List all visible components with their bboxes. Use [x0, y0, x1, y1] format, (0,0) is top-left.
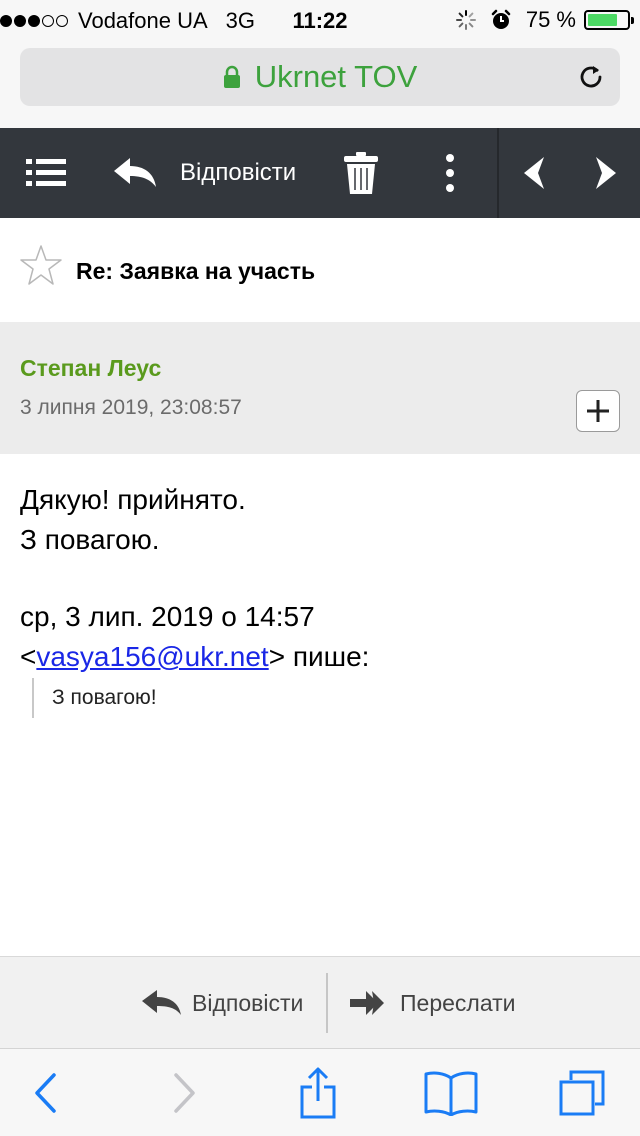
sender-panel: Степан Леус 3 липня 2019, 23:08:57: [0, 322, 640, 454]
forward-icon[interactable]: [170, 1049, 200, 1136]
reply-bar-divider: [326, 973, 328, 1033]
sender-name[interactable]: Степан Леус: [20, 355, 161, 382]
activity-spinner-icon: [455, 10, 476, 30]
expand-details-button[interactable]: [576, 390, 620, 432]
bookmarks-icon[interactable]: [422, 1049, 480, 1136]
reply-bottom-button[interactable]: Відповісти: [142, 957, 303, 1049]
reply-bar: Відповісти Переслати: [0, 956, 640, 1048]
more-vertical-icon[interactable]: [444, 128, 456, 218]
message-body: Дякую! прийнято. З повагою.: [20, 480, 246, 560]
back-icon[interactable]: [30, 1049, 60, 1136]
reply-button[interactable]: Відповісти: [114, 128, 296, 218]
share-icon[interactable]: [296, 1049, 340, 1136]
quoted-text: З повагою!: [32, 678, 157, 718]
reply-icon: [142, 989, 182, 1017]
message-date: 3 липня 2019, 23:08:57: [20, 396, 242, 419]
quote-author-line: <vasya156@ukr.net> пише:: [20, 641, 370, 672]
body-line: З повагою.: [20, 524, 160, 555]
message-subject: Re: Заявка на участь: [76, 258, 316, 284]
trash-icon[interactable]: [344, 128, 378, 218]
battery-percent: 75 %: [525, 7, 576, 32]
forward-bottom-label: Переслати: [400, 989, 516, 1016]
alarm-icon: [490, 9, 512, 31]
battery-icon: [584, 10, 634, 30]
address-bar[interactable]: Ukrnet TOV: [20, 48, 620, 106]
site-name: Ukrnet TOV: [254, 59, 418, 94]
quote-email-link[interactable]: vasya156@ukr.net: [36, 641, 268, 672]
carrier-name: Vodafone UA: [78, 8, 208, 33]
status-bar: Vodafone UA 3G 11:22 75 %: [0, 0, 640, 40]
mail-toolbar: Відповісти: [0, 128, 640, 218]
star-icon[interactable]: [20, 244, 62, 291]
tabs-icon[interactable]: [556, 1049, 608, 1136]
quote-header: ср, 3 лип. 2019 о 14:57 <vasya156@ukr.ne…: [20, 597, 369, 677]
forward-bottom-button[interactable]: Переслати: [350, 957, 516, 1049]
reply-bottom-label: Відповісти: [192, 989, 304, 1016]
browser-address-area: Ukrnet TOV: [0, 40, 640, 128]
signal-strength-icon: [0, 15, 70, 27]
body-line: Дякую! прийнято.: [20, 484, 246, 515]
reload-icon[interactable]: [576, 62, 606, 97]
reply-label: Відповісти: [180, 159, 297, 186]
subject-row: Re: Заявка на участь: [0, 218, 640, 322]
next-message-icon[interactable]: [594, 128, 616, 218]
quote-date-line: ср, 3 лип. 2019 о 14:57: [20, 601, 315, 632]
forward-icon: [350, 989, 390, 1017]
browser-toolbar: [0, 1048, 640, 1136]
plus-icon: [586, 399, 610, 423]
network-type: 3G: [225, 8, 256, 33]
reply-icon: [114, 157, 158, 189]
lock-icon: [223, 65, 241, 89]
prev-message-icon[interactable]: [524, 128, 546, 218]
menu-icon[interactable]: [26, 128, 66, 218]
toolbar-divider: [497, 128, 499, 218]
